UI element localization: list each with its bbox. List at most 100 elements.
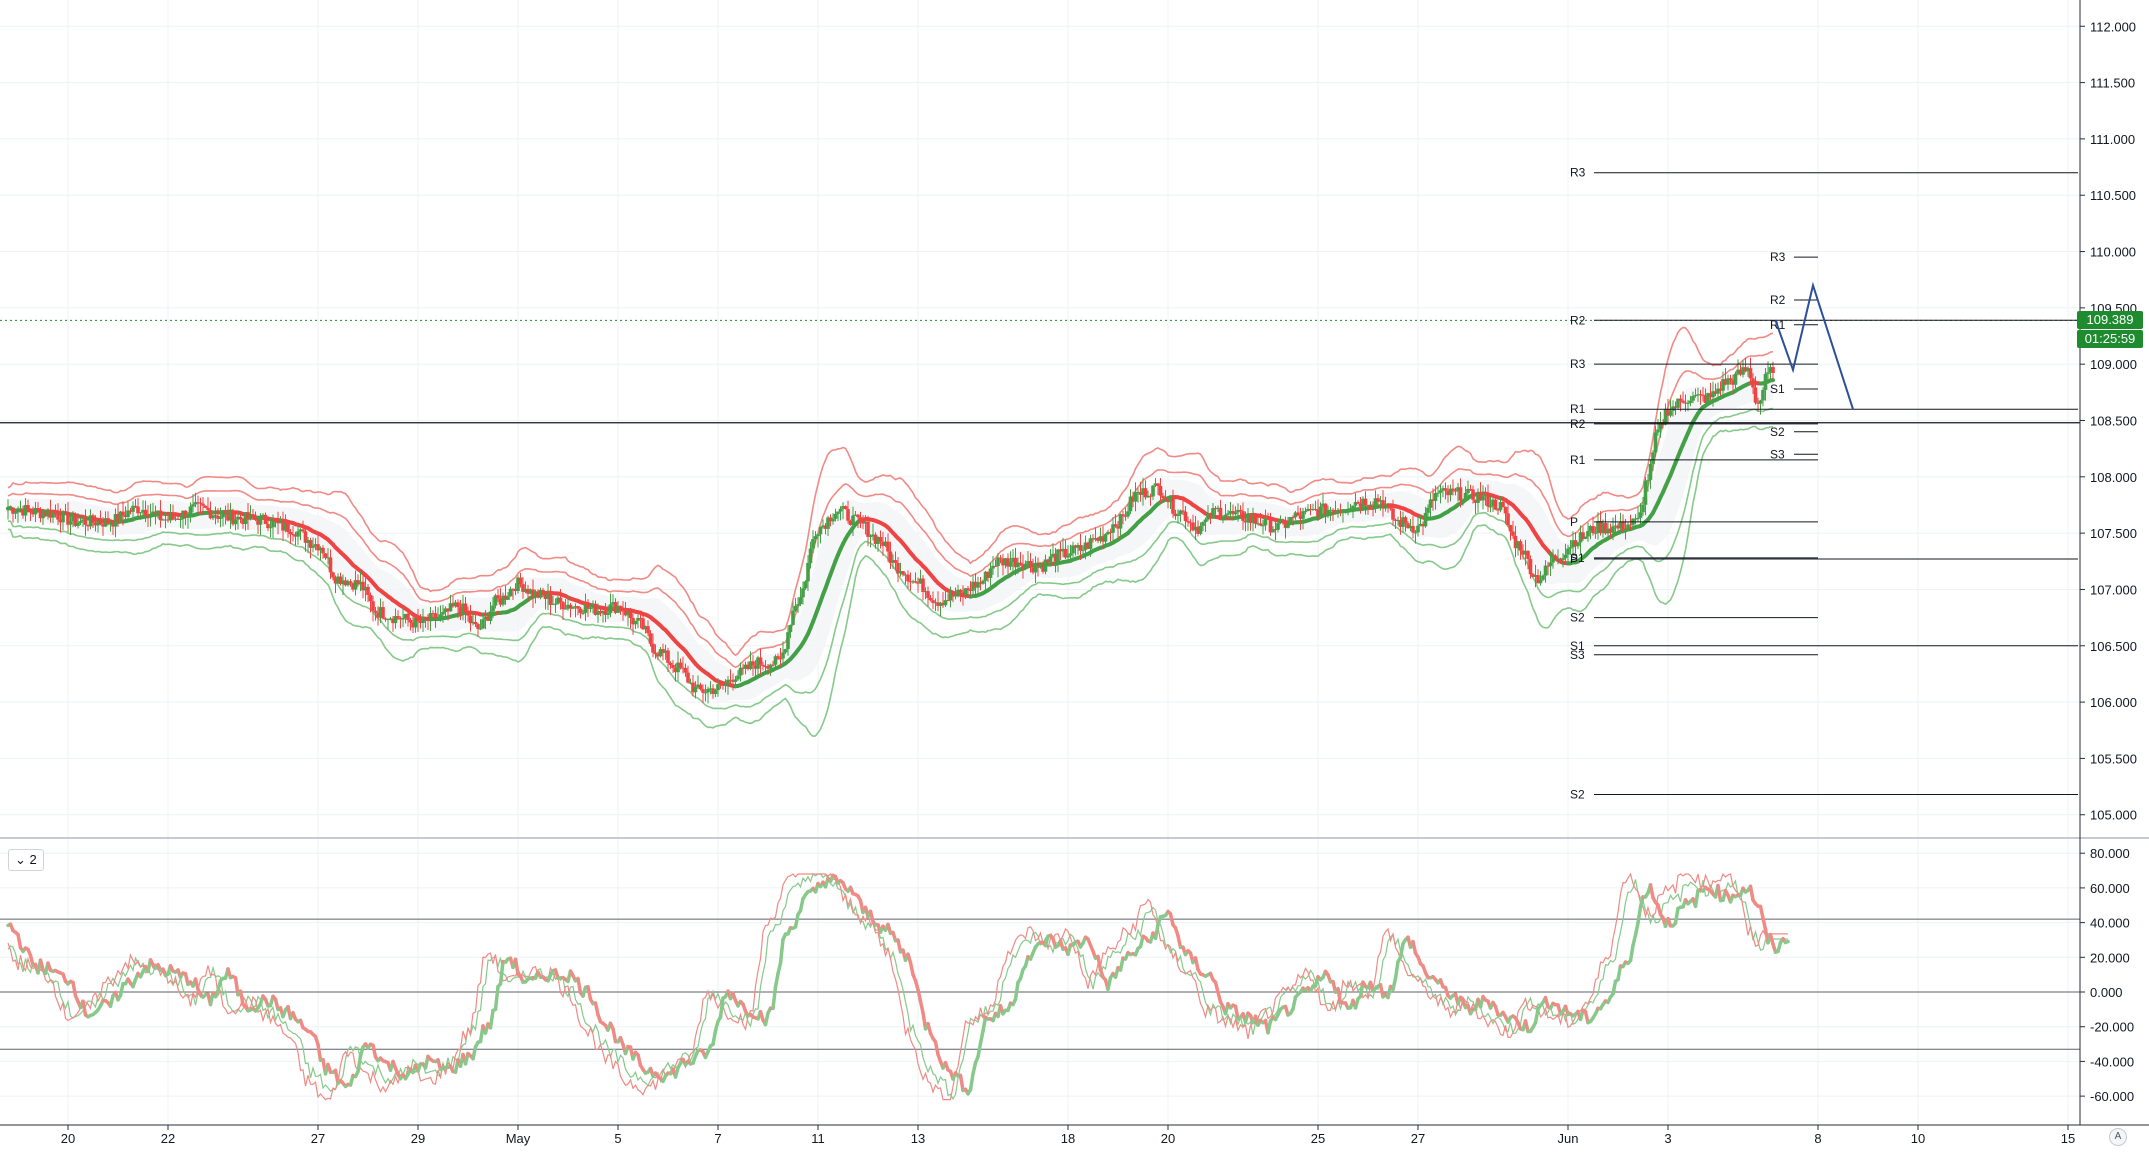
candle-body (1114, 524, 1118, 526)
candle-body (1221, 516, 1225, 517)
candle-body (6, 508, 10, 509)
candle-body (781, 652, 785, 658)
candle-body (954, 595, 958, 596)
candle-body (1434, 493, 1438, 501)
candle-body (989, 568, 993, 577)
time-tick-label: 3 (1664, 1131, 1671, 1146)
candle-body (819, 527, 823, 534)
candle-body (999, 558, 1003, 559)
candle-body (1264, 518, 1268, 525)
candle-body (666, 650, 670, 662)
candle-body (106, 518, 110, 524)
candle-body (1199, 526, 1203, 534)
candle-body (739, 668, 743, 676)
pivot-label: R2 (1570, 417, 1586, 431)
candle-body (806, 563, 810, 581)
candle-body (1241, 511, 1245, 521)
candle-body (751, 661, 755, 665)
candle-body (906, 575, 910, 582)
candle-body (809, 548, 813, 562)
candle-body (571, 607, 575, 609)
candle-body (736, 676, 740, 680)
candle-body (1319, 507, 1323, 517)
candle-body (1651, 452, 1655, 464)
auto-scale-button[interactable]: A (2109, 1128, 2127, 1146)
candle-body (1219, 508, 1223, 518)
oscillator-segment (496, 987, 499, 1010)
candle-body (1134, 492, 1138, 502)
candle-body (804, 581, 808, 588)
candle-body (1764, 374, 1768, 390)
time-tick-label: May (506, 1131, 531, 1146)
candle-body (251, 514, 255, 518)
candle-body (1171, 497, 1175, 514)
indicator-pane-toggle[interactable]: ⌄ 2 (8, 849, 44, 871)
candle-body (159, 511, 163, 521)
candle-body (1494, 500, 1498, 510)
candle-body (1344, 511, 1348, 512)
time-tick-label: 13 (911, 1131, 925, 1146)
oscillator-segment (721, 998, 724, 1017)
chart-canvas[interactable]: R3R2R3R1R2R1PPS1S2S1S3S2R3R2R1S1S2S3112.… (0, 0, 2149, 1152)
candle-body (1161, 496, 1165, 498)
price-tick-label: 108.500 (2090, 414, 2137, 429)
candle-body (466, 613, 470, 616)
candle-body (481, 619, 485, 628)
candle-body (269, 527, 273, 528)
candle-body (1734, 374, 1738, 385)
candle-body (464, 603, 468, 612)
time-tick-label: 22 (161, 1131, 175, 1146)
oscillator-segment (1156, 925, 1159, 938)
candle-body (324, 553, 328, 558)
candle-body (206, 508, 210, 510)
candle-body (1649, 464, 1653, 480)
candle-body (286, 523, 290, 532)
candle-body (1459, 487, 1463, 500)
candle-body (1644, 481, 1648, 505)
candle-body (706, 689, 710, 692)
oscillator-segment (516, 959, 519, 974)
candle-body (559, 598, 563, 603)
oscillator-tick-label: 40.000 (2090, 916, 2130, 931)
oscillator-segment (1293, 997, 1296, 1009)
price-tick-label: 107.000 (2090, 582, 2137, 597)
candle-body (844, 506, 848, 509)
candle-body (1639, 512, 1643, 518)
candle-body (369, 595, 373, 601)
oscillator-segment (1676, 908, 1679, 923)
oscillator-segment (588, 987, 591, 999)
candle-body (621, 610, 625, 611)
candle-body (1656, 429, 1660, 432)
candle-body (1159, 486, 1163, 496)
candle-body (496, 595, 500, 598)
candle-body (1239, 510, 1243, 511)
candle-body (1689, 401, 1693, 403)
candle-body (734, 679, 738, 681)
candle-body (794, 606, 798, 611)
oscillator-segment (18, 935, 21, 948)
candle-body (374, 611, 378, 613)
candle-body (1349, 508, 1353, 509)
candle-body (439, 614, 443, 617)
candle-body (561, 602, 565, 609)
candle-body (1436, 493, 1440, 494)
candle-body (186, 514, 190, 517)
chart[interactable]: R3R2R3R1R2R1PPS1S2S1S3S2R3R2R1S1S2S3112.… (0, 0, 2149, 1152)
oscillator-segment (1631, 945, 1634, 960)
countdown-badge: 01:25:59 (2077, 330, 2143, 348)
candle-body (779, 658, 783, 659)
candle-body (1751, 378, 1755, 387)
candle-body (679, 663, 683, 668)
candle-body (274, 521, 278, 522)
candle-body (1541, 576, 1545, 580)
oscillator-segment (578, 979, 581, 993)
candle-body (99, 521, 103, 524)
time-tick-label: 11 (811, 1131, 825, 1146)
candle-body (1184, 512, 1188, 521)
candle-body (29, 509, 33, 512)
candle-body (1519, 541, 1523, 550)
candle-body (759, 657, 763, 664)
oscillator-segment (501, 962, 504, 984)
oscillator-segment (83, 1001, 86, 1015)
pivot-label: S1 (1770, 382, 1785, 396)
